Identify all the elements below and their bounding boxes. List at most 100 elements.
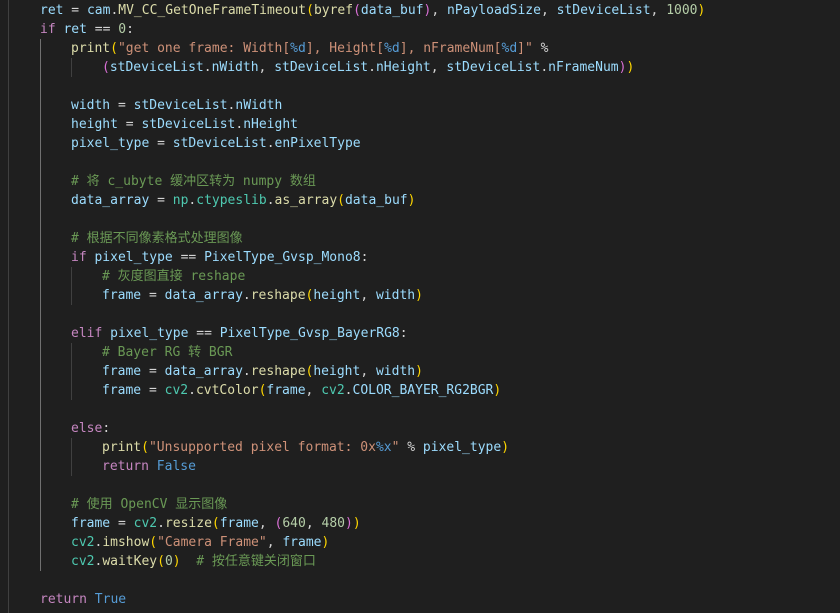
operator-token: , [360, 288, 376, 303]
constant-token: True [94, 592, 127, 607]
bracket-token: ) [344, 516, 353, 531]
function-token: MV_CC_GetOneFrameTimeout [118, 3, 307, 18]
operator-token: , [305, 516, 322, 531]
operator-token: % [532, 41, 557, 56]
operator-token: , [650, 3, 667, 18]
function-token: print [102, 440, 142, 455]
bracket-token: ( [337, 193, 345, 208]
variable-token: height [71, 117, 118, 132]
variable-token: stDeviceList [274, 60, 369, 75]
comment-token: # 根据不同像素格式处理图像 [71, 231, 243, 246]
module-token: np [172, 193, 189, 208]
variable-token: stDeviceList [141, 117, 236, 132]
code-line: return True [40, 590, 126, 609]
operator-token: = [63, 3, 87, 18]
operator-token: == [172, 250, 205, 265]
variable-token: pixel_type [71, 136, 150, 151]
operator-token [87, 592, 95, 607]
comment-token: # 按任意键关闭窗口 [196, 554, 316, 569]
function-token: as_array [274, 193, 338, 208]
code-line: data_array = np.ctypeslib.as_array(data_… [71, 191, 415, 210]
operator-token [181, 554, 197, 569]
operator-token: , [430, 60, 447, 75]
indent-guide [71, 343, 72, 400]
function-token: waitKey [102, 554, 158, 569]
operator-token [149, 459, 157, 474]
variable-token: data_buf [344, 193, 408, 208]
bracket-token: ) [501, 440, 510, 455]
operator-token: , [258, 516, 275, 531]
variable-token: data_array [164, 364, 243, 379]
operator-token: = [110, 516, 134, 531]
code-line: if ret == 0: [40, 20, 134, 39]
variable-token: data_array [164, 288, 243, 303]
string-token: ], Height[ [305, 41, 385, 56]
variable-token: width [71, 98, 111, 113]
variable-token: data_array [71, 193, 150, 208]
variable-token: frame [102, 364, 142, 379]
bracket-token: ( [353, 3, 361, 18]
string-token: ], nFrameNum[ [399, 41, 502, 56]
code-line: elif pixel_type == PixelType_Gvsp_BayerR… [71, 324, 408, 343]
code-line: (stDeviceList.nWidth, stDeviceList.nHeig… [102, 58, 634, 77]
variable-token: frame [219, 516, 259, 531]
comment-token: # Bayer RG 转 BGR [102, 345, 233, 360]
variable-token: height [313, 288, 361, 303]
bracket-token: ) [321, 535, 330, 550]
function-token: reshape [250, 364, 306, 379]
comment-token: # 使用 OpenCV 显示图像 [71, 497, 228, 512]
number-token: 1000 [666, 3, 698, 18]
operator-token: , [305, 383, 322, 398]
variable-token: enPixelType [274, 136, 361, 151]
code-line: return False [102, 457, 196, 476]
code-line: frame = data_array.reshape(height, width… [102, 362, 423, 381]
operator-token: , [266, 535, 283, 550]
operator-token: % [399, 440, 423, 455]
code-line: if pixel_type == PixelType_Gvsp_Mono8: [71, 248, 368, 267]
operator-token: . [242, 364, 251, 379]
operator-token: , [431, 3, 448, 18]
indent-guide [8, 0, 9, 613]
code-line: pixel_type = stDeviceList.enPixelType [71, 134, 361, 153]
string-token: "get one frame: Width[ [117, 41, 291, 56]
bracket-token: ) [407, 193, 416, 208]
operator-token: = [141, 288, 165, 303]
number-token: 0 [164, 554, 173, 569]
code-line: ret = cam.MV_CC_GetOneFrameTimeout(byref… [40, 1, 705, 20]
code-line: # 根据不同像素格式处理图像 [71, 229, 243, 248]
operator-token: . [242, 288, 251, 303]
variable-token: stDeviceList [109, 60, 204, 75]
variable-token: stDeviceList [446, 60, 541, 75]
operator-token: = [149, 136, 173, 151]
code-line: print("get one frame: Width[%d], Height[… [71, 39, 556, 58]
format-placeholder-token: %x [375, 440, 392, 455]
variable-token: ret [63, 22, 87, 37]
code-line: print("Unsupported pixel format: 0x%x" %… [102, 438, 509, 457]
number-token: 640 [282, 516, 306, 531]
module-token: ctypeslib [196, 193, 267, 208]
keyword-token: return [102, 459, 149, 474]
operator-token: , [540, 3, 557, 18]
operator-token: == [86, 22, 119, 37]
variable-token: pixel_type [94, 250, 173, 265]
operator-token [102, 326, 110, 341]
constant-token: False [156, 459, 196, 474]
operator-token: : [399, 326, 408, 341]
operator-token: = [141, 364, 165, 379]
operator-token: = [110, 98, 134, 113]
indent-guide [71, 267, 72, 305]
indent-guide [71, 58, 72, 77]
comment-token: # 灰度图直接 reshape [102, 269, 246, 284]
variable-token: cam [86, 3, 111, 18]
string-token: "Camera Frame" [157, 535, 267, 550]
string-token: ]" [517, 41, 533, 56]
variable-token: frame [71, 516, 111, 531]
format-placeholder-token: %d [501, 41, 518, 56]
keyword-token: elif [71, 326, 103, 341]
comment-token: # 将 c_ubyte 缓冲区转为 numpy 数组 [71, 174, 316, 189]
variable-token: height [313, 364, 361, 379]
code-editor[interactable]: ret = cam.MV_CC_GetOneFrameTimeout(byref… [0, 0, 840, 613]
function-token: print [71, 41, 111, 56]
operator-token: . [266, 193, 275, 208]
bracket-token: ) [352, 516, 361, 531]
